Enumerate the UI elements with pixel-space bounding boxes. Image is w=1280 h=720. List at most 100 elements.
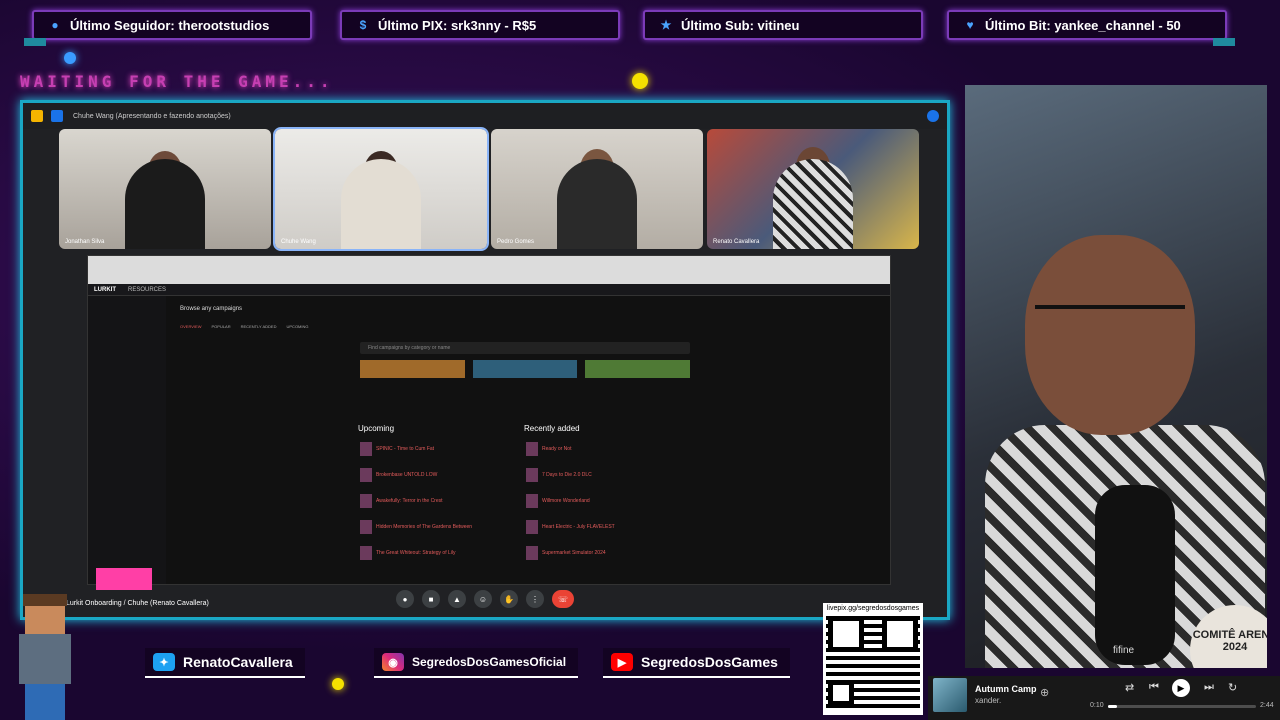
alert-tab [1213,38,1235,46]
browse-title: Browse any campaigns [180,306,243,312]
participant-tile[interactable]: Pedro Gomes [491,129,703,249]
pixel-hair [23,594,67,606]
alert-label: Último PIX: srk3nny - R$5 [378,17,537,33]
meet-icon [51,110,63,122]
mic-icon[interactable]: ● [396,590,414,608]
participant-tile-active[interactable]: Chuhe Wang [273,127,489,251]
time-total: 2:44 [1260,702,1274,709]
alert-last-bit: ♥ Último Bit: yankee_channel - 50 [947,10,1235,46]
pink-pixel-badge [96,568,152,590]
alert-label: Último Seguidor: therootstudios [70,17,270,33]
alert-last-pix: $ Último PIX: srk3nny - R$5 [340,10,620,40]
progress-fill [1108,705,1117,708]
meeting-window: Chuhe Wang (Apresentando e fazendo anota… [20,100,950,620]
list-item[interactable]: Supermarket Simulator 2024 [526,542,686,564]
participant-body [773,159,853,249]
microphone-icon [1095,485,1175,665]
diamond-icon: ♥ [966,18,974,32]
previous-icon[interactable]: ⏮ [1149,681,1159,694]
mic-brand: fifine [1113,645,1135,656]
waiting-banner: WAITING FOR THE GAME... [20,72,334,91]
glasses-icon [1035,305,1185,345]
game-banner[interactable] [360,360,465,378]
instagram-handle: ◉ SegredosDosGamesOficial [374,648,579,678]
game-thumb [360,468,372,482]
tab-upcoming[interactable]: UPCOMING [287,324,309,329]
list-item[interactable]: Awakefully: Terror in the Crest [360,490,520,512]
game-banner[interactable] [472,360,578,378]
alert-last-sub: ★ Último Sub: vitineu [643,10,923,40]
alert-label: Último Sub: vitineu [681,17,800,33]
youtube-handle: ▶ SegredosDosGames [603,648,790,678]
list-item[interactable]: Heart Electric - July FLAVELEST [526,516,686,538]
qr-url: livepix.gg/segredosdosgames [826,605,920,612]
track-artist: xander. [975,696,1002,705]
game-thumb [360,546,372,560]
lurkit-sidebar [88,296,166,584]
time-current: 0:10 [1090,702,1104,709]
game-thumb [526,546,538,560]
game-thumb [360,520,372,534]
list-item[interactable]: Brokenbase UNTOLD LOW [360,464,520,486]
pixel-body [19,634,71,684]
campaign-search-input[interactable]: Find campaigns by category or name [360,342,690,354]
participant-tile[interactable]: Jonathan Silva [59,129,271,249]
shuffle-icon[interactable]: ⇄ [1125,681,1134,694]
pixel-legs [25,684,65,720]
progress-bar[interactable] [1108,705,1256,708]
play-button[interactable]: ▶ [1172,679,1190,697]
list-item[interactable]: The Great Whiteout: Strategy of Lily [360,542,520,564]
webcam-feed: fifine COMITÊ ARENA 2024 [965,85,1267,668]
list-item[interactable]: Ready or Not [526,438,686,460]
yellow-dot-decoration [632,73,648,89]
list-item[interactable]: Hidden Memories of The Gardens Between [360,516,520,538]
game-banner[interactable] [585,360,691,378]
end-call-button[interactable]: ☏ [552,590,574,608]
browser-chrome [88,256,890,284]
pixel-character [5,594,85,720]
hand-icon[interactable]: ✋ [500,590,518,608]
participant-body [125,159,205,249]
meeting-title: Chuhe Wang (Apresentando e fazendo anota… [73,112,231,120]
participant-name: Jonathan Silva [65,239,105,245]
participant-body [557,159,637,249]
meeting-controls: ● ■ ▲ ☺ ✋ ⋮ ☏ [23,581,947,617]
more-icon[interactable]: ⋮ [526,590,544,608]
next-icon[interactable]: ⏭ [1204,681,1214,694]
list-item[interactable]: 7 Days to Die 2.0 DLC [526,464,686,486]
list-item[interactable]: SPINIC - Time to Cum Fat [360,438,520,460]
participant-body [341,159,421,249]
music-player: Autumn Camp xander. ⊕ ⇄ ⏮ ▶ ⏭ ↻ 0:10 2:4… [928,676,1280,720]
twitter-handle: ✦ RenatoCavallera [145,648,305,678]
user-icon: ● [51,18,59,32]
game-thumb [360,494,372,508]
track-title: Autumn Camp [975,684,1037,694]
emoji-icon[interactable]: ☺ [474,590,492,608]
lurkit-logo: LURKIT [94,286,116,293]
streamer: fifine COMITÊ ARENA 2024 [985,175,1267,668]
livepix-qr: livepix.gg/segredosdosgames [823,603,923,715]
star-icon: ★ [660,18,672,32]
blue-dot-decoration [64,52,76,64]
game-banners [360,360,691,378]
tab-overview[interactable]: OVERVIEW [180,324,202,329]
alert-bar: ● Último Seguidor: therootstudios $ Últi… [0,0,1280,50]
nav-resources[interactable]: RESOURCES [128,287,166,293]
lurkit-main: Browse any campaigns OVERVIEW POPULAR RE… [172,296,880,584]
repeat-icon[interactable]: ↻ [1228,681,1237,694]
add-icon[interactable]: ⊕ [1040,686,1049,699]
pen-icon[interactable] [927,110,939,122]
participant-tile[interactable]: Renato Cavallera [707,129,919,249]
qr-code-icon [826,614,920,708]
tab-recently-added[interactable]: RECENTLY ADDED [241,324,277,329]
shared-screen: LURKIT RESOURCES Browse any campaigns OV… [87,255,891,585]
game-thumb [526,494,538,508]
camera-icon[interactable]: ■ [422,590,440,608]
participant-name: Renato Cavallera [713,239,760,245]
present-icon[interactable]: ▲ [448,590,466,608]
section-recently-added: Recently added [524,424,580,433]
tab-popular[interactable]: POPULAR [212,324,231,329]
app-icon [31,110,43,122]
list-item[interactable]: Willmore Wonderland [526,490,686,512]
game-thumb [526,468,538,482]
